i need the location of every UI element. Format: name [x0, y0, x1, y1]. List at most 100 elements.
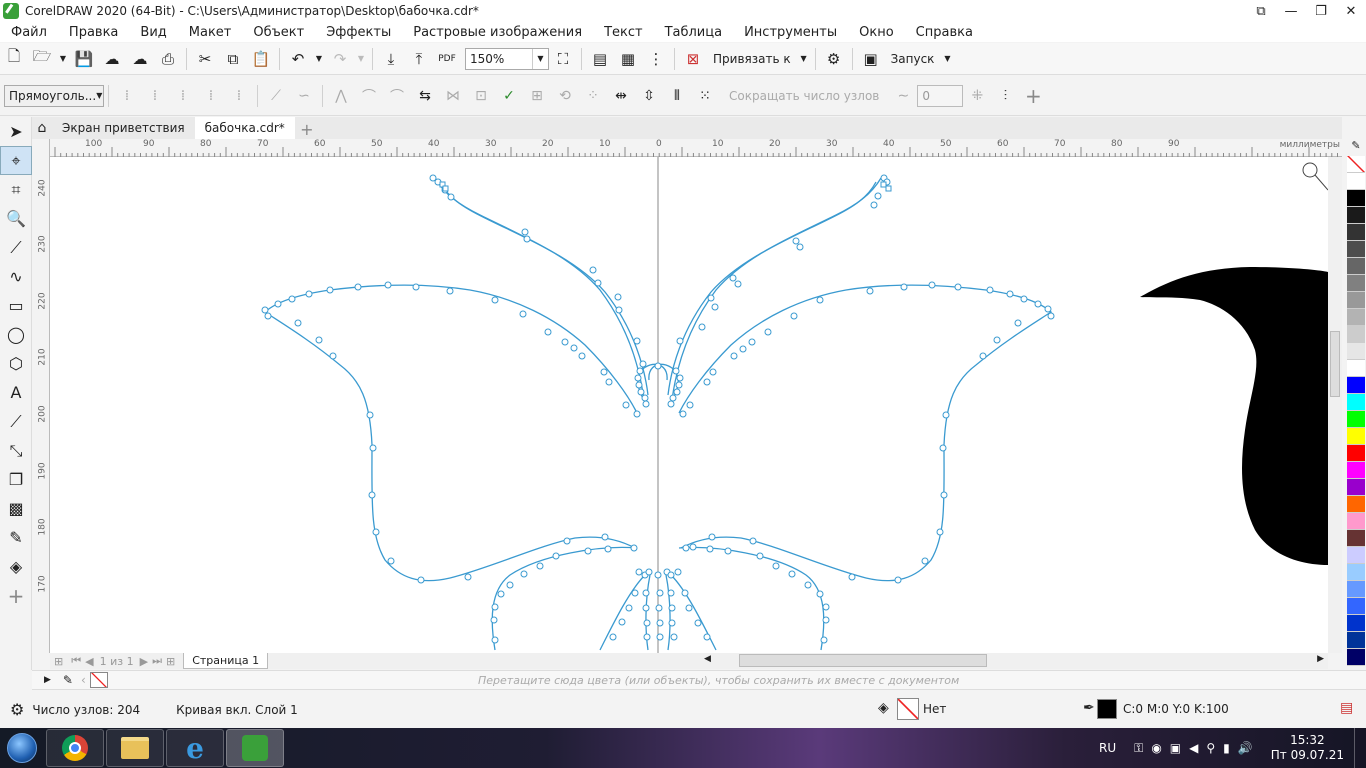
- rotate-nodes-icon[interactable]: ⟲: [551, 83, 579, 109]
- last-page-icon[interactable]: ⏭: [152, 654, 162, 668]
- launch-app-icon[interactable]: ▣: [857, 46, 885, 72]
- reduce-nodes-button[interactable]: Сокращать число узлов: [719, 89, 889, 103]
- zoom-tool-icon[interactable]: 🔍: [0, 204, 32, 233]
- drop-shadow-icon[interactable]: ❐: [0, 465, 32, 494]
- cloud-share-icon[interactable]: ☁: [126, 46, 154, 72]
- menu-view[interactable]: Вид: [129, 25, 177, 40]
- parallel-dimension-icon[interactable]: ⟋: [0, 407, 32, 436]
- open-dropdown-icon[interactable]: ▼: [56, 46, 70, 72]
- first-page-icon[interactable]: ⏮: [71, 654, 81, 668]
- taskbar-clock[interactable]: 15:32 Пт 09.07.21: [1261, 733, 1354, 763]
- gear-icon[interactable]: ⚙: [10, 700, 24, 719]
- document-palette[interactable]: ▶ ✎ ‹ Перетащите сюда цвета (или объекты…: [32, 670, 1366, 690]
- eyedropper-icon[interactable]: ✎: [0, 523, 32, 552]
- snap-dropdown-icon[interactable]: ▼: [797, 46, 811, 72]
- add-node-icon[interactable]: ⁞: [113, 83, 141, 109]
- open-folder-icon[interactable]: 🗁: [28, 46, 56, 72]
- color-swatch[interactable]: [1347, 241, 1365, 258]
- menu-edit[interactable]: Правка: [58, 25, 129, 40]
- import-icon[interactable]: ⤓: [377, 46, 405, 72]
- color-swatch[interactable]: [1347, 547, 1365, 564]
- corner-threshold-icon[interactable]: ⁜: [963, 83, 991, 109]
- extend-close-icon[interactable]: ⊡: [467, 83, 495, 109]
- add-page-icon[interactable]: ⊞: [54, 655, 63, 668]
- launch-dropdown-icon[interactable]: ▼: [940, 46, 954, 72]
- color-swatch[interactable]: [1347, 615, 1365, 632]
- new-document-icon[interactable]: 🗋: [0, 46, 28, 72]
- color-swatch[interactable]: [1347, 190, 1365, 207]
- break-curve-icon[interactable]: ⁞: [197, 83, 225, 109]
- full-screen-icon[interactable]: ⛶: [549, 46, 577, 72]
- add-tool-icon[interactable]: +: [0, 581, 32, 610]
- color-swatch[interactable]: [1347, 530, 1365, 547]
- color-swatch[interactable]: [1347, 632, 1365, 649]
- outline-pen-icon[interactable]: ✒: [1083, 700, 1095, 716]
- to-line-icon[interactable]: ⟋: [262, 83, 290, 109]
- color-swatch[interactable]: [1347, 224, 1365, 241]
- horizontal-scroll-thumb[interactable]: [739, 654, 987, 667]
- menu-effects[interactable]: Эффекты: [315, 25, 402, 40]
- show-rulers-icon[interactable]: ▤: [586, 46, 614, 72]
- freehand-tool-icon[interactable]: ⟋: [0, 233, 32, 262]
- color-swatch[interactable]: [1347, 496, 1365, 513]
- symmetrical-node-icon[interactable]: ⌒: [383, 83, 411, 109]
- text-tool-icon[interactable]: A: [0, 378, 32, 407]
- copy-icon[interactable]: ⧉: [219, 46, 247, 72]
- scroll-left-icon[interactable]: ◀: [704, 654, 711, 664]
- color-swatch[interactable]: [1347, 326, 1365, 343]
- menu-help[interactable]: Справка: [905, 25, 984, 40]
- menu-object[interactable]: Объект: [242, 25, 315, 40]
- cusp-node-icon[interactable]: ⋀: [327, 83, 355, 109]
- menu-table[interactable]: Таблица: [654, 25, 734, 40]
- color-swatch[interactable]: [1347, 581, 1365, 598]
- no-color-swatch[interactable]: [89, 672, 108, 688]
- artistic-media-icon[interactable]: ∿: [0, 262, 32, 291]
- smooth-node-icon[interactable]: ⌒: [355, 83, 383, 109]
- delete-node-icon[interactable]: ⁞: [141, 83, 169, 109]
- menu-layout[interactable]: Макет: [178, 25, 243, 40]
- select-all-nodes-icon[interactable]: ⁙: [691, 83, 719, 109]
- color-swatch[interactable]: [1347, 377, 1365, 394]
- page-tab[interactable]: Страница 1: [183, 653, 269, 669]
- network-tray-icon[interactable]: ⚿: [1134, 741, 1143, 756]
- undo-icon[interactable]: ↶: [284, 46, 312, 72]
- reflect-vertical-icon[interactable]: ⇳: [635, 83, 663, 109]
- home-icon[interactable]: ⌂: [32, 117, 52, 139]
- color-swatch[interactable]: [1347, 649, 1365, 666]
- color-palette[interactable]: ✎: [1346, 139, 1366, 666]
- shape-tool-icon[interactable]: ⌖: [0, 146, 32, 175]
- cut-icon[interactable]: ✂: [191, 46, 219, 72]
- node-options-icon[interactable]: ⫶: [991, 83, 1019, 109]
- extract-subpath-icon[interactable]: ⋈: [439, 83, 467, 109]
- color-swatch[interactable]: [1347, 411, 1365, 428]
- color-swatch[interactable]: [1347, 564, 1365, 581]
- reflect-horizontal-icon[interactable]: ⇹: [607, 83, 635, 109]
- snap-to-dropdown[interactable]: Привязать к: [707, 52, 797, 66]
- color-swatch[interactable]: [1347, 445, 1365, 462]
- gear-icon[interactable]: ⚙: [820, 46, 848, 72]
- close-curve-icon[interactable]: ✓: [495, 83, 523, 109]
- color-swatch[interactable]: [1347, 394, 1365, 411]
- minimize-button[interactable]: —: [1276, 0, 1306, 22]
- alignment-guides-icon[interactable]: ⊠: [679, 46, 707, 72]
- undo-dropdown-icon[interactable]: ▼: [312, 46, 326, 72]
- flash-tray-icon[interactable]: ◀: [1189, 741, 1198, 755]
- color-swatch[interactable]: [1347, 428, 1365, 445]
- selection-mode-select[interactable]: Прямоуголь... ▼: [4, 84, 104, 107]
- drawing-canvas[interactable]: [50, 157, 1328, 653]
- antivirus-tray-icon[interactable]: ▣: [1170, 741, 1181, 755]
- cloud-upload-icon[interactable]: ☁: [98, 46, 126, 72]
- pick-tool-icon[interactable]: ➤: [0, 117, 32, 146]
- scroll-right-icon[interactable]: ▶: [1317, 654, 1324, 664]
- color-proofing-icon[interactable]: ▤: [1340, 700, 1353, 716]
- stretch-nodes-icon[interactable]: ⊞: [523, 83, 551, 109]
- eyedropper-icon[interactable]: ✎: [63, 673, 73, 687]
- show-guidelines-icon[interactable]: ⋮: [642, 46, 670, 72]
- export-icon[interactable]: ⤒: [405, 46, 433, 72]
- color-swatch[interactable]: [1347, 479, 1365, 496]
- ellipse-tool-icon[interactable]: ◯: [0, 320, 32, 349]
- color-swatch[interactable]: [1347, 513, 1365, 530]
- add-tab-icon[interactable]: +: [295, 120, 319, 139]
- start-button[interactable]: [0, 728, 44, 768]
- color-swatch[interactable]: [1347, 292, 1365, 309]
